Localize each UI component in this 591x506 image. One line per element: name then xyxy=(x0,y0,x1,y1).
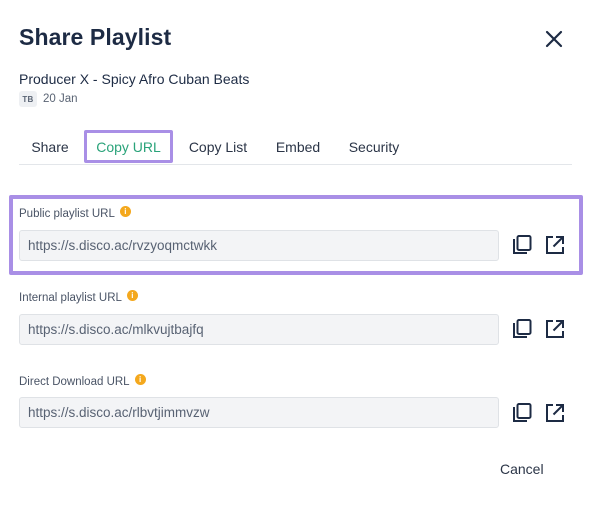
tab-bar: Share Copy URL Copy List Embed Security xyxy=(19,130,572,165)
internal-url-copy-button[interactable] xyxy=(511,318,533,340)
download-url-label: Direct Download URL i xyxy=(19,373,146,388)
external-link-icon xyxy=(546,236,564,254)
tab-copy-list[interactable]: Copy List xyxy=(179,130,257,163)
playlist-meta: TB 20 Jan xyxy=(19,91,78,107)
download-url-input[interactable] xyxy=(19,397,499,428)
close-icon xyxy=(545,30,563,48)
tab-security[interactable]: Security xyxy=(341,130,407,163)
download-url-label-text: Direct Download URL xyxy=(19,376,130,388)
close-button[interactable] xyxy=(541,26,567,52)
internal-url-input[interactable] xyxy=(19,314,499,345)
playlist-date: 20 Jan xyxy=(43,93,78,105)
info-icon[interactable]: i xyxy=(126,289,138,301)
public-url-copy-button[interactable] xyxy=(511,234,533,256)
download-url-copy-button[interactable] xyxy=(511,402,533,424)
internal-url-label-text: Internal playlist URL xyxy=(19,292,122,304)
playlist-name: Producer X - Spicy Afro Cuban Beats xyxy=(19,71,250,87)
download-url-open-button[interactable] xyxy=(544,402,566,424)
tab-copy-url[interactable]: Copy URL xyxy=(84,130,173,163)
public-url-label: Public playlist URL i xyxy=(19,205,131,220)
public-url-open-button[interactable] xyxy=(544,234,566,256)
info-icon[interactable]: i xyxy=(134,373,146,385)
copy-icon xyxy=(513,403,532,422)
external-link-icon xyxy=(546,320,564,338)
dialog-title: Share Playlist xyxy=(19,24,172,50)
public-url-input[interactable] xyxy=(19,230,499,261)
tab-share[interactable]: Share xyxy=(19,130,81,163)
internal-url-open-button[interactable] xyxy=(544,318,566,340)
copy-icon xyxy=(513,319,532,338)
avatar: TB xyxy=(19,91,37,107)
info-icon[interactable]: i xyxy=(119,205,131,217)
public-url-label-text: Public playlist URL xyxy=(19,208,115,220)
copy-icon xyxy=(513,235,532,254)
internal-url-label: Internal playlist URL i xyxy=(19,289,138,304)
tab-embed[interactable]: Embed xyxy=(266,130,330,163)
external-link-icon xyxy=(546,404,564,422)
cancel-button[interactable]: Cancel xyxy=(500,461,544,477)
